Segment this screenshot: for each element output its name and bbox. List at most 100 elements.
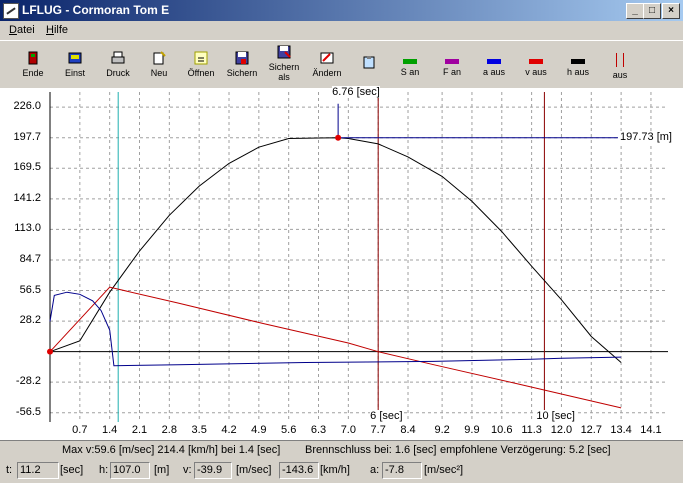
minimize-button[interactable]: _: [626, 3, 644, 19]
burnout-info: Brennschluss bei: 1.6 [sec]: [305, 444, 437, 456]
window-title: LFLUG - Cormoran Tom E: [22, 3, 170, 17]
x-tick-label: 5.6: [281, 424, 297, 436]
h-label: h:: [99, 464, 109, 476]
save-as-icon: [277, 45, 291, 59]
y-tick-label: 28.2: [19, 314, 41, 327]
h-unit: [m]: [154, 464, 170, 476]
info-bar: Max v:59.6 [m/sec] 214.4 [km/h] bei 1.4 …: [0, 440, 683, 460]
peak-point: [335, 134, 342, 141]
trajectory-chart[interactable]: 226.0 197.7 169.5 141.2 113.0 84.7 56.5 28.2 -28…: [0, 85, 683, 440]
maximize-button[interactable]: □: [643, 3, 661, 19]
x-tick-label: 11.3: [521, 424, 542, 436]
x-tick-label: 3.5: [191, 424, 207, 436]
print-button[interactable]: Druck: [100, 45, 136, 87]
green-swatch-icon: [403, 59, 417, 64]
y-tick-label: 84.7: [19, 253, 41, 266]
app-icon: [3, 3, 19, 19]
blue-swatch-icon: [487, 59, 501, 64]
v-label: v:: [183, 464, 192, 476]
t-label: t:: [6, 464, 13, 476]
toggle-a-off-button[interactable]: a aus: [476, 45, 512, 87]
x-tick-label: 1.4: [102, 424, 118, 436]
max-velocity-info: Max v:59.6 [m/sec] 214.4 [km/h] bei 1.4 …: [62, 444, 281, 456]
save-as-button[interactable]: Sichern als: [266, 42, 302, 84]
x-tick-label: 9.9: [464, 424, 480, 436]
series-line-1: [49, 286, 622, 409]
x-tick-label: 0.7: [72, 424, 88, 436]
series-line-0: [49, 137, 622, 363]
y-tick-label: 141.2: [13, 191, 41, 204]
toggle-s-on-button[interactable]: S an: [392, 45, 428, 87]
y-tick-label: 226.0: [13, 100, 41, 113]
v-value-field: -39.9: [194, 462, 232, 479]
delay-info: empfohlene Verzögerung: 5.2 [sec]: [440, 444, 611, 456]
t-unit: [sec]: [60, 464, 84, 476]
y-tick-label: 56.5: [19, 283, 41, 296]
toggle-lines-off-button[interactable]: aus: [602, 45, 638, 87]
settings-icon: [68, 52, 82, 64]
t-value-field: 11.2: [17, 462, 59, 479]
x-tick-label: 13.4: [610, 424, 632, 436]
x-tick-label: 7.7: [370, 424, 386, 436]
new-icon: [153, 51, 166, 65]
x-tick-label: 10.6: [491, 424, 513, 436]
x-tick-label: 4.2: [221, 424, 237, 436]
x-tick-label: 2.8: [161, 424, 177, 436]
origin-point: [47, 348, 53, 355]
open-icon: [194, 51, 208, 65]
double-line-icon: [616, 53, 624, 67]
series-line-2: [49, 291, 622, 367]
chart-canvas: [47, 92, 668, 422]
v-kmh-unit: [km/h]: [320, 464, 350, 476]
a-unit: [m/sec²]: [424, 464, 464, 476]
x-tick-label: 7.0: [340, 424, 356, 436]
x-tick-label: 4.9: [251, 424, 267, 436]
toggle-f-on-button[interactable]: F an: [434, 45, 470, 87]
new-button[interactable]: Neu: [141, 45, 177, 87]
peak-height-label: 197.73 [m]: [620, 130, 672, 143]
menu-file[interactable]: Datei: [9, 24, 35, 36]
marker-line-label: 6 [sec]: [370, 410, 403, 422]
toolbar: Ende Einst Druck Neu Öffnen Sichern Sich…: [0, 40, 683, 89]
save-button[interactable]: Sichern: [224, 45, 260, 87]
edit-button[interactable]: Ändern: [309, 45, 345, 87]
clipboard-button[interactable]: [351, 45, 387, 87]
marker-line-label: 10 [sec]: [536, 410, 575, 422]
v-kmh-field: -143.6: [279, 462, 319, 479]
y-tick-label: 169.5: [13, 161, 41, 174]
y-tick-label: 197.7: [13, 130, 41, 143]
title-bar: LFLUG - Cormoran Tom E _ □ ×: [0, 0, 683, 21]
y-tick-label: -56.5: [15, 405, 41, 418]
status-bar: t: 11.2 [sec] h: 107.0 [m] v: -39.9 [m/s…: [0, 460, 683, 483]
toggle-h-off-button[interactable]: h aus: [560, 45, 596, 87]
x-tick-label: 2.1: [131, 424, 148, 436]
a-label: a:: [370, 464, 380, 476]
x-tick-label: 9.2: [434, 424, 450, 436]
menu-bar: Datei Hilfe: [0, 21, 683, 40]
x-tick-label: 12.0: [550, 424, 573, 436]
x-tick-label: 12.7: [580, 424, 602, 436]
peak-time-label: 6.76 [sec]: [332, 85, 380, 98]
printer-icon: [111, 51, 125, 64]
x-tick-label: 8.4: [400, 424, 416, 436]
edit-icon: [320, 52, 334, 64]
v-unit: [m/sec]: [236, 464, 272, 476]
x-tick-label: 6.3: [310, 424, 327, 436]
settings-button[interactable]: Einst: [57, 45, 93, 87]
y-tick-label: -28.2: [15, 375, 41, 388]
y-tick-label: 113.0: [14, 222, 41, 235]
exit-door-icon: [28, 51, 38, 65]
exit-button[interactable]: Ende: [15, 45, 51, 87]
x-tick-label: 14.1: [640, 424, 662, 436]
h-value-field: 107.0: [110, 462, 150, 479]
black-swatch-icon: [571, 59, 585, 64]
close-button[interactable]: ×: [662, 3, 680, 19]
red-swatch-icon: [529, 59, 543, 64]
purple-swatch-icon: [445, 59, 459, 64]
open-button[interactable]: Öffnen: [183, 45, 219, 87]
clipboard-icon: [363, 56, 375, 69]
menu-help[interactable]: Hilfe: [46, 24, 68, 36]
a-value-field: -7.8: [382, 462, 422, 479]
toggle-v-off-button[interactable]: v aus: [518, 45, 554, 87]
save-icon: [235, 51, 249, 65]
